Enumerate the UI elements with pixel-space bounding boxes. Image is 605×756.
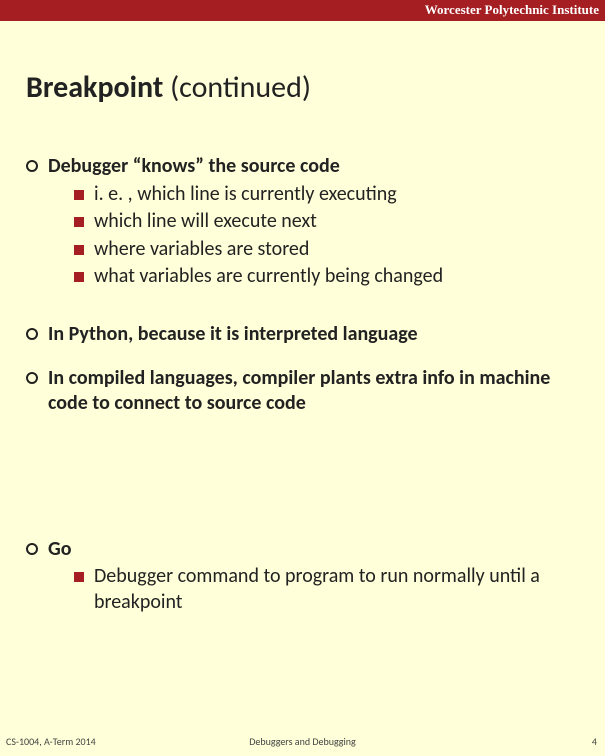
footer-left: CS-1004, A-Term 2014 <box>6 735 96 748</box>
sub-item-text: which line will execute next <box>94 209 317 235</box>
list-item-text: Go <box>48 537 575 563</box>
bullet-circle-icon <box>26 543 38 555</box>
sub-list: i. e. , which line is currently executin… <box>26 182 575 290</box>
list-item: Debugger “knows” the source code <box>26 154 575 180</box>
bullet-circle-icon <box>26 160 38 172</box>
bullet-square-icon <box>74 245 84 255</box>
list-item: In compiled languages, compiler plants e… <box>26 366 575 417</box>
sub-list-item: i. e. , which line is currently executin… <box>74 182 575 208</box>
sub-item-text: Debugger command to program to run norma… <box>94 564 575 615</box>
sub-list-item: where variables are stored <box>74 237 575 263</box>
slide-number: 4 <box>592 735 597 748</box>
institution-name: Worcester Polytechnic Institute <box>425 2 599 17</box>
bullet-square-icon <box>74 272 84 282</box>
slide-content: Debugger “knows” the source code i. e. ,… <box>26 154 575 616</box>
sub-list: Debugger command to program to run norma… <box>26 564 575 615</box>
title-suffix: (continued) <box>170 69 311 106</box>
list-item: Go <box>26 537 575 563</box>
bullet-square-icon <box>74 572 84 582</box>
sub-item-text: where variables are stored <box>94 237 309 263</box>
list-item-text: Debugger “knows” the source code <box>48 154 575 180</box>
bullet-square-icon <box>74 190 84 200</box>
sub-item-text: what variables are currently being chang… <box>94 264 443 290</box>
list-item-text: In compiled languages, compiler plants e… <box>48 366 575 417</box>
sub-list-item: which line will execute next <box>74 209 575 235</box>
slide-title: Breakpoint (continued) <box>26 69 605 106</box>
list-item: In Python, because it is interpreted lan… <box>26 322 575 348</box>
sub-list-item: what variables are currently being chang… <box>74 264 575 290</box>
sub-list-item: Debugger command to program to run norma… <box>74 564 575 615</box>
bullet-circle-icon <box>26 328 38 340</box>
bullet-square-icon <box>74 217 84 227</box>
header-bar: Worcester Polytechnic Institute <box>0 0 605 21</box>
footer-center: Debuggers and Debugging <box>249 735 355 748</box>
title-main: Breakpoint <box>26 69 163 106</box>
bullet-circle-icon <box>26 372 38 384</box>
sub-item-text: i. e. , which line is currently executin… <box>94 182 397 208</box>
list-item-text: In Python, because it is interpreted lan… <box>48 322 575 348</box>
